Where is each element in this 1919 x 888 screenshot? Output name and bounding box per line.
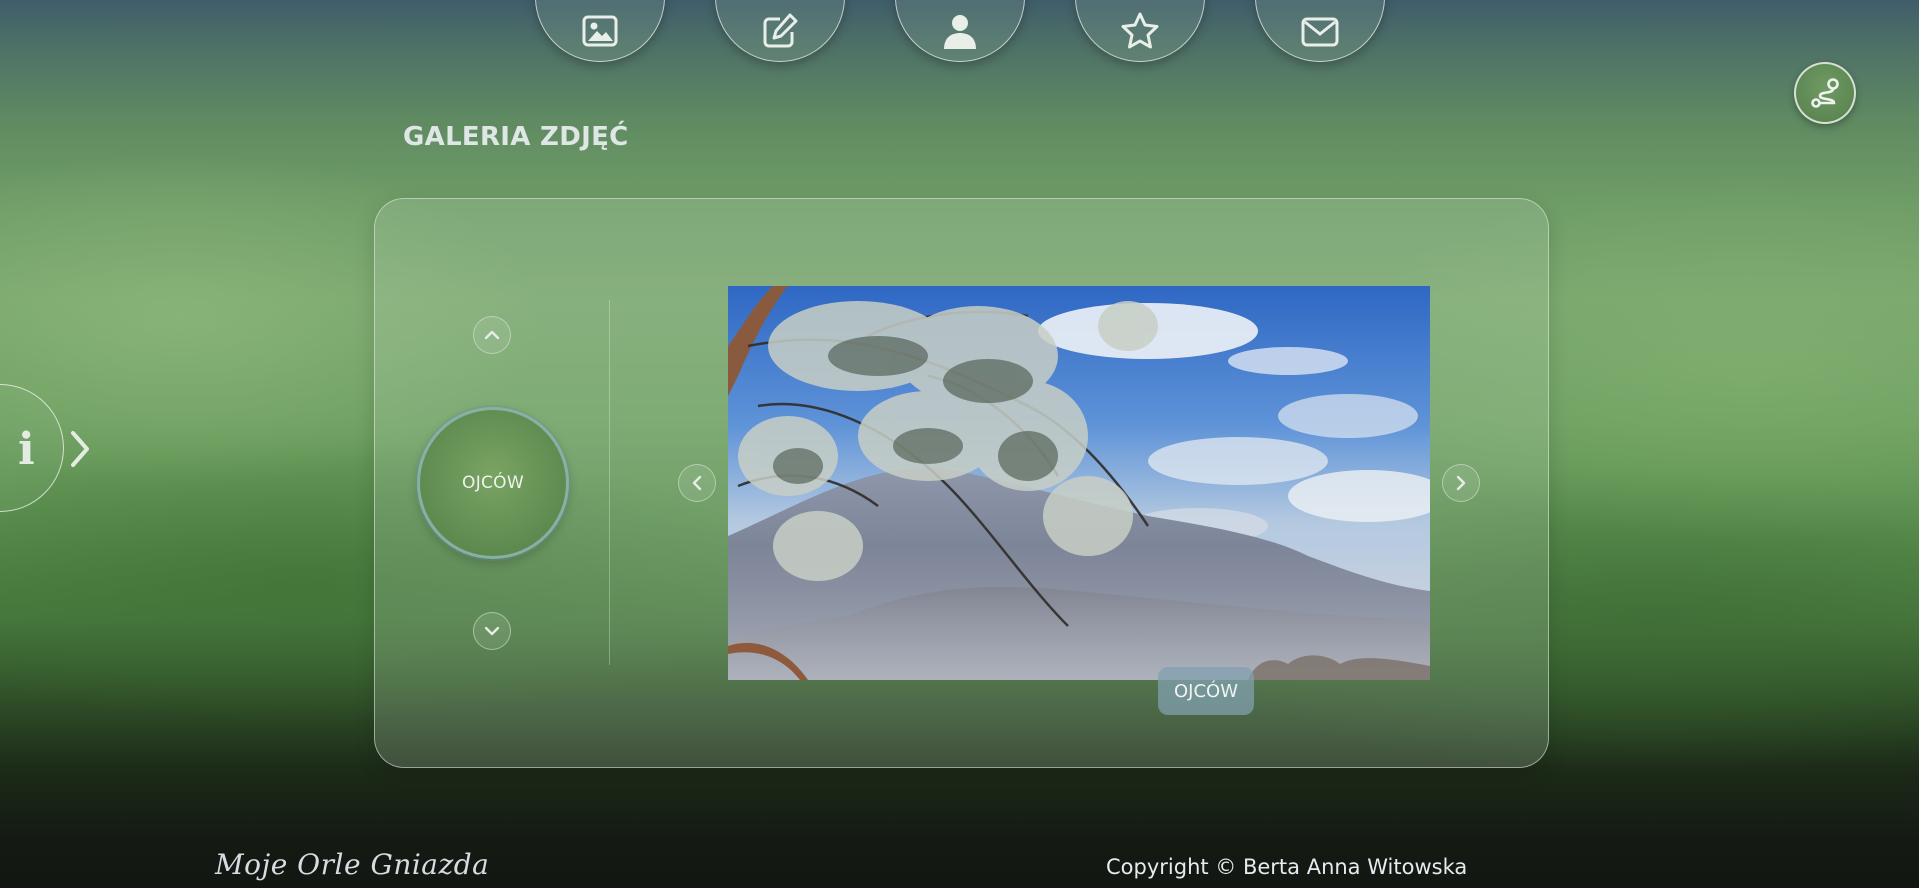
chevron-right-icon[interactable] — [66, 428, 94, 470]
top-icon-nav — [0, 0, 1919, 70]
nav-gallery-button[interactable] — [535, 0, 665, 62]
category-bubble[interactable]: OJCÓW — [417, 407, 569, 559]
panel-divider — [609, 300, 610, 665]
route-button[interactable] — [1794, 62, 1856, 124]
chevron-left-icon — [692, 475, 702, 491]
photo-caption-label: OJCÓW — [1173, 680, 1238, 702]
chevron-right-icon — [1456, 475, 1466, 491]
nav-blog-button[interactable] — [715, 0, 845, 62]
nav-favorites-button[interactable] — [1075, 0, 1205, 62]
category-up-button[interactable] — [473, 316, 511, 354]
envelope-icon — [1301, 17, 1339, 47]
pencil-square-icon — [763, 13, 798, 48]
footer-copyright: Copyright © Berta Anna Witowska — [1106, 855, 1468, 879]
chevron-down-icon — [484, 626, 500, 636]
photo-caption: OJCÓW — [1158, 667, 1254, 715]
photo-prev-button[interactable] — [678, 464, 716, 502]
photo-next-button[interactable] — [1442, 464, 1480, 502]
gallery-photo[interactable] — [728, 286, 1430, 680]
category-label: OJCÓW — [462, 473, 524, 493]
photo-landscape — [728, 286, 1430, 680]
star-icon — [1121, 12, 1159, 49]
user-icon — [944, 15, 976, 49]
category-down-button[interactable] — [473, 612, 511, 650]
info-icon: i — [18, 424, 35, 475]
nav-contact-button[interactable] — [1255, 0, 1385, 62]
footer-logo[interactable]: Moje Orle Gniazda — [215, 848, 489, 881]
route-icon — [1811, 78, 1839, 108]
page-title: GALERIA ZDJĘĆ — [403, 122, 629, 152]
chevron-up-icon — [484, 330, 500, 340]
image-icon — [582, 15, 618, 47]
nav-about-button[interactable] — [895, 0, 1025, 62]
